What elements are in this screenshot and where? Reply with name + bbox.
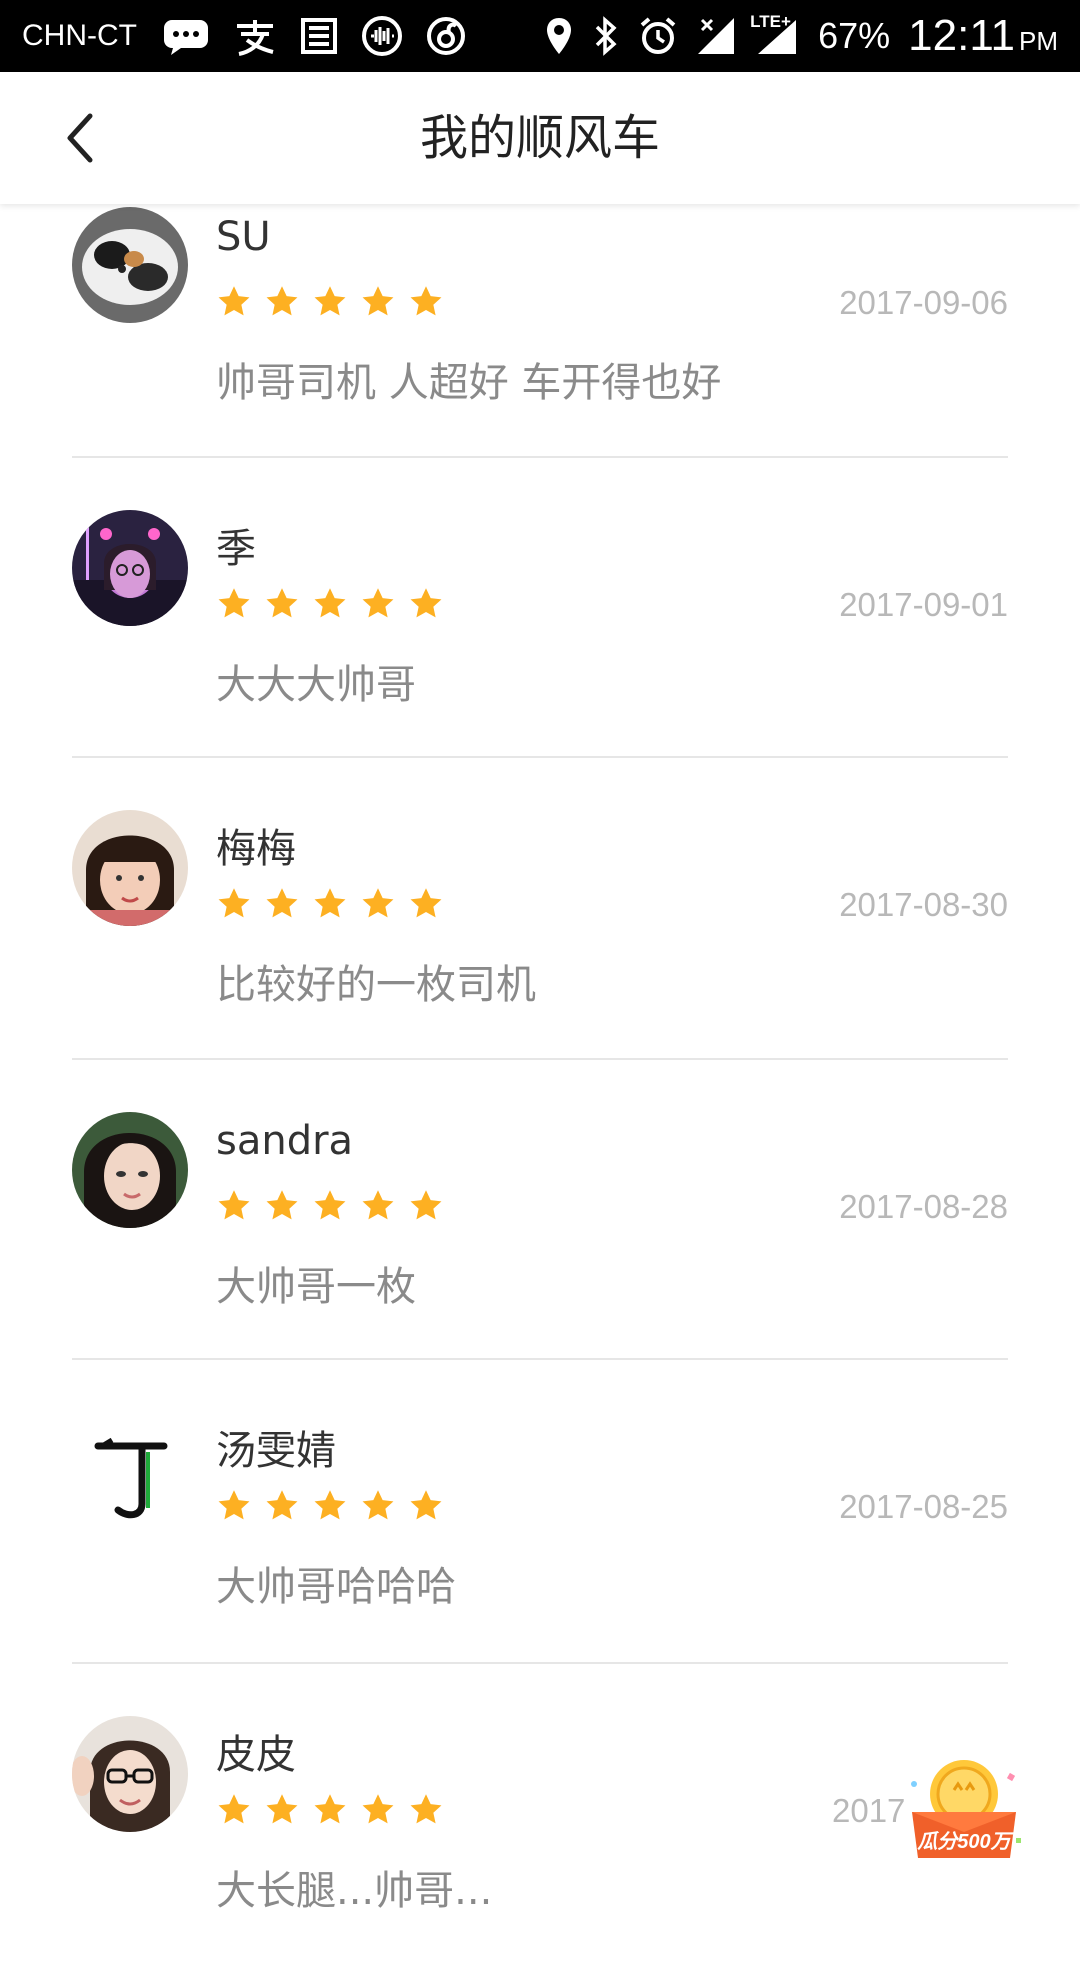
promo-badge[interactable]: 瓜分500万 [904, 1754, 1024, 1864]
star-icon [218, 1190, 250, 1220]
clock-time: 12:11 [908, 11, 1015, 60]
star-icon [314, 1794, 346, 1824]
star-icon [314, 1190, 346, 1220]
review-comment: 大帅哥哈哈哈 [216, 1564, 456, 1610]
star-icon [314, 588, 346, 618]
bluetooth-icon [592, 14, 620, 58]
star-rating [216, 1188, 444, 1224]
carrier-label: CHN-CT [22, 19, 137, 52]
star-icon [362, 588, 394, 618]
star-icon [410, 1190, 442, 1220]
lte-signal-icon: LTE+ [750, 12, 800, 58]
reviewer-name: 汤雯婧 [216, 1428, 336, 1474]
star-icon [410, 1794, 442, 1824]
review-date: 2017-08-28 [839, 1188, 1008, 1225]
star-icon [410, 286, 442, 316]
star-icon [218, 286, 250, 316]
audio-icon [361, 14, 403, 58]
star-icon [362, 888, 394, 918]
location-icon [544, 14, 574, 58]
review-comment: 大大大帅哥 [216, 662, 416, 708]
avatar[interactable] [72, 207, 188, 323]
star-icon [218, 1794, 250, 1824]
promo-label: 瓜分500万 [917, 1831, 1011, 1853]
reviewer-name: SU [216, 214, 271, 260]
star-icon [362, 1490, 394, 1520]
review-date: 2017-08-30 [839, 886, 1008, 923]
reviewer-name: sandra [216, 1118, 354, 1164]
status-bar: CHN-CT LTE+ 67% 12:11 PM [0, 0, 1080, 72]
star-icon [266, 286, 298, 316]
clock: 12:11 PM [908, 11, 1058, 61]
alipay-icon [233, 14, 277, 58]
network-type-label: LTE+ [750, 12, 791, 31]
review-item: 梅梅 2017-08-30 比较好的一枚司机 [0, 758, 1080, 1060]
star-icon [218, 1490, 250, 1520]
review-item: 汤雯婧 2017-08-25 大帅哥哈哈哈 [0, 1360, 1080, 1664]
reviewer-name: 梅梅 [216, 826, 296, 872]
notification-icons [161, 14, 467, 58]
review-date: 2017-08-25 [839, 1488, 1008, 1525]
review-comment: 大帅哥一枚 [216, 1264, 416, 1310]
review-item: SU 2017-09-06 帅哥司机 人超好 车开得也好 [0, 204, 1080, 458]
review-comment: 大长腿...帅哥... [216, 1868, 493, 1914]
star-icon [314, 888, 346, 918]
star-icon [362, 1794, 394, 1824]
app-header: 我的顺风车 [0, 72, 1080, 204]
reviewer-name: 皮皮 [216, 1732, 296, 1778]
avatar[interactable] [72, 1412, 188, 1528]
avatar[interactable] [72, 810, 188, 926]
alarm-icon [638, 14, 678, 58]
star-icon [314, 1490, 346, 1520]
star-icon [314, 286, 346, 316]
system-icons: LTE+ 67% 12:11 PM [544, 11, 1058, 61]
star-icon [362, 1190, 394, 1220]
page-title: 我的顺风车 [419, 110, 660, 166]
avatar[interactable] [72, 510, 188, 626]
star-icon [410, 588, 442, 618]
star-rating [216, 1488, 444, 1524]
star-icon [410, 888, 442, 918]
review-item: 季 2017-09-01 大大大帅哥 [0, 458, 1080, 758]
star-rating [216, 1792, 444, 1828]
star-icon [218, 588, 250, 618]
review-comment: 帅哥司机 人超好 车开得也好 [216, 360, 722, 406]
review-date: 2017-09-06 [839, 284, 1008, 321]
star-icon [266, 1490, 298, 1520]
star-rating [216, 284, 444, 320]
message-icon [161, 14, 211, 58]
star-rating [216, 586, 444, 622]
review-date: 2017 [832, 1792, 906, 1829]
review-date: 2017-09-01 [839, 586, 1008, 623]
clock-ampm: PM [1019, 26, 1058, 56]
star-icon [410, 1490, 442, 1520]
reviewer-name: 季 [216, 526, 256, 572]
battery-level: 67% [818, 15, 891, 56]
star-icon [266, 1190, 298, 1220]
review-comment: 比较好的一枚司机 [216, 962, 536, 1008]
star-rating [216, 886, 444, 922]
signal-off-icon [696, 14, 736, 58]
review-item: sandra 2017-08-28 大帅哥一枚 [0, 1060, 1080, 1360]
netease-music-icon [425, 14, 467, 58]
news-icon [299, 14, 339, 58]
star-icon [218, 888, 250, 918]
star-icon [362, 286, 394, 316]
avatar[interactable] [72, 1112, 188, 1228]
avatar[interactable] [72, 1716, 188, 1832]
star-icon [266, 888, 298, 918]
star-icon [266, 588, 298, 618]
review-list[interactable]: SU 2017-09-06 帅哥司机 人超好 车开得也好 季 2017-09-0… [0, 204, 1080, 1964]
star-icon [266, 1794, 298, 1824]
